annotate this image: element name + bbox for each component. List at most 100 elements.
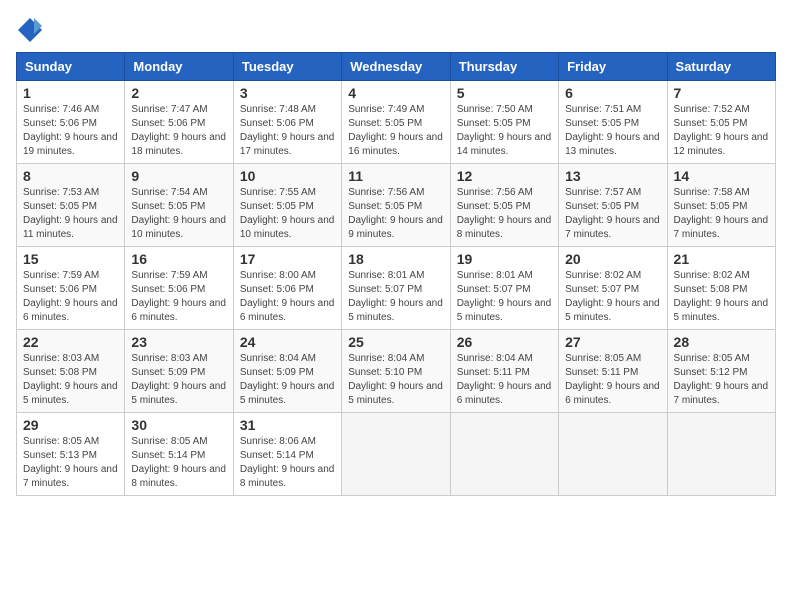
day-number: 18 (348, 251, 443, 267)
day-info: Sunrise: 7:47 AMSunset: 5:06 PMDaylight:… (131, 103, 226, 159)
day-number: 9 (131, 168, 226, 184)
header-row: SundayMondayTuesdayWednesdayThursdayFrid… (17, 53, 776, 81)
day-cell-8: 8 Sunrise: 7:53 AMSunset: 5:05 PMDaylight… (17, 164, 125, 247)
day-info: Sunrise: 8:02 AMSunset: 5:08 PMDaylight:… (674, 269, 769, 325)
day-cell-17: 17 Sunrise: 8:00 AMSunset: 5:06 PMDayligh… (233, 247, 341, 330)
day-cell-15: 15 Sunrise: 7:59 AMSunset: 5:06 PMDayligh… (17, 247, 125, 330)
page-header (16, 16, 776, 44)
day-cell-6: 6 Sunrise: 7:51 AMSunset: 5:05 PMDaylight… (559, 81, 667, 164)
day-cell-30: 30 Sunrise: 8:05 AMSunset: 5:14 PMDayligh… (125, 413, 233, 496)
header-tuesday: Tuesday (233, 53, 341, 81)
empty-cell (667, 413, 775, 496)
day-number: 20 (565, 251, 660, 267)
logo-icon (16, 16, 44, 44)
day-number: 1 (23, 85, 118, 101)
day-info: Sunrise: 7:48 AMSunset: 5:06 PMDaylight:… (240, 103, 335, 159)
day-info: Sunrise: 8:04 AMSunset: 5:09 PMDaylight:… (240, 352, 335, 408)
header-sunday: Sunday (17, 53, 125, 81)
day-cell-10: 10 Sunrise: 7:55 AMSunset: 5:05 PMDayligh… (233, 164, 341, 247)
day-info: Sunrise: 7:58 AMSunset: 5:05 PMDaylight:… (674, 186, 769, 242)
day-number: 29 (23, 417, 118, 433)
day-info: Sunrise: 8:01 AMSunset: 5:07 PMDaylight:… (348, 269, 443, 325)
day-info: Sunrise: 7:50 AMSunset: 5:05 PMDaylight:… (457, 103, 552, 159)
day-cell-28: 28Sunrise: 8:05 AMSunset: 5:12 PMDayligh… (667, 330, 775, 413)
day-number: 30 (131, 417, 226, 433)
day-cell-24: 24Sunrise: 8:04 AMSunset: 5:09 PMDayligh… (233, 330, 341, 413)
day-number: 17 (240, 251, 335, 267)
day-number: 3 (240, 85, 335, 101)
day-info: Sunrise: 7:52 AMSunset: 5:05 PMDaylight:… (674, 103, 769, 159)
day-cell-13: 13Sunrise: 7:57 AMSunset: 5:05 PMDayligh… (559, 164, 667, 247)
day-info: Sunrise: 7:59 AMSunset: 5:06 PMDaylight:… (23, 269, 118, 325)
day-cell-2: 2 Sunrise: 7:47 AMSunset: 5:06 PMDaylight… (125, 81, 233, 164)
day-number: 12 (457, 168, 552, 184)
day-info: Sunrise: 8:01 AMSunset: 5:07 PMDaylight:… (457, 269, 552, 325)
day-cell-5: 5 Sunrise: 7:50 AMSunset: 5:05 PMDaylight… (450, 81, 558, 164)
day-number: 16 (131, 251, 226, 267)
header-thursday: Thursday (450, 53, 558, 81)
day-cell-19: 19Sunrise: 8:01 AMSunset: 5:07 PMDayligh… (450, 247, 558, 330)
day-info: Sunrise: 7:46 AMSunset: 5:06 PMDaylight:… (23, 103, 118, 159)
day-number: 5 (457, 85, 552, 101)
day-number: 26 (457, 334, 552, 350)
header-friday: Friday (559, 53, 667, 81)
day-cell-20: 20 Sunrise: 8:02 AMSunset: 5:07 PMDayligh… (559, 247, 667, 330)
empty-cell (342, 413, 450, 496)
day-info: Sunrise: 7:57 AMSunset: 5:05 PMDaylight:… (565, 186, 660, 242)
day-number: 8 (23, 168, 118, 184)
empty-cell (559, 413, 667, 496)
day-info: Sunrise: 7:54 AMSunset: 5:05 PMDaylight:… (131, 186, 226, 242)
day-info: Sunrise: 8:03 AMSunset: 5:08 PMDaylight:… (23, 352, 118, 408)
day-cell-11: 11 Sunrise: 7:56 AMSunset: 5:05 PMDayligh… (342, 164, 450, 247)
day-info: Sunrise: 7:55 AMSunset: 5:05 PMDaylight:… (240, 186, 335, 242)
day-info: Sunrise: 7:53 AMSunset: 5:05 PMDaylight:… (23, 186, 118, 242)
day-cell-14: 14 Sunrise: 7:58 AMSunset: 5:05 PMDayligh… (667, 164, 775, 247)
day-number: 4 (348, 85, 443, 101)
day-number: 15 (23, 251, 118, 267)
day-info: Sunrise: 7:51 AMSunset: 5:05 PMDaylight:… (565, 103, 660, 159)
week-row-3: 15 Sunrise: 7:59 AMSunset: 5:06 PMDayligh… (17, 247, 776, 330)
day-number: 6 (565, 85, 660, 101)
day-info: Sunrise: 8:00 AMSunset: 5:06 PMDaylight:… (240, 269, 335, 325)
day-cell-3: 3 Sunrise: 7:48 AMSunset: 5:06 PMDaylight… (233, 81, 341, 164)
calendar-table: SundayMondayTuesdayWednesdayThursdayFrid… (16, 52, 776, 496)
day-cell-7: 7 Sunrise: 7:52 AMSunset: 5:05 PMDaylight… (667, 81, 775, 164)
day-info: Sunrise: 7:56 AMSunset: 5:05 PMDaylight:… (348, 186, 443, 242)
day-number: 7 (674, 85, 769, 101)
week-row-5: 29 Sunrise: 8:05 AMSunset: 5:13 PMDayligh… (17, 413, 776, 496)
empty-cell (450, 413, 558, 496)
day-number: 10 (240, 168, 335, 184)
day-cell-23: 23Sunrise: 8:03 AMSunset: 5:09 PMDayligh… (125, 330, 233, 413)
day-info: Sunrise: 8:03 AMSunset: 5:09 PMDaylight:… (131, 352, 226, 408)
day-cell-18: 18 Sunrise: 8:01 AMSunset: 5:07 PMDayligh… (342, 247, 450, 330)
day-cell-22: 22 Sunrise: 8:03 AMSunset: 5:08 PMDayligh… (17, 330, 125, 413)
day-info: Sunrise: 8:06 AMSunset: 5:14 PMDaylight:… (240, 435, 335, 491)
day-cell-1: 1 Sunrise: 7:46 AMSunset: 5:06 PMDaylight… (17, 81, 125, 164)
day-number: 22 (23, 334, 118, 350)
day-info: Sunrise: 8:05 AMSunset: 5:14 PMDaylight:… (131, 435, 226, 491)
day-number: 2 (131, 85, 226, 101)
day-info: Sunrise: 8:04 AMSunset: 5:10 PMDaylight:… (348, 352, 443, 408)
day-info: Sunrise: 8:05 AMSunset: 5:13 PMDaylight:… (23, 435, 118, 491)
day-info: Sunrise: 8:02 AMSunset: 5:07 PMDaylight:… (565, 269, 660, 325)
day-info: Sunrise: 8:04 AMSunset: 5:11 PMDaylight:… (457, 352, 552, 408)
day-number: 11 (348, 168, 443, 184)
day-cell-16: 16 Sunrise: 7:59 AMSunset: 5:06 PMDayligh… (125, 247, 233, 330)
day-cell-4: 4Sunrise: 7:49 AMSunset: 5:05 PMDaylight… (342, 81, 450, 164)
logo (16, 16, 48, 44)
day-number: 28 (674, 334, 769, 350)
day-info: Sunrise: 8:05 AMSunset: 5:11 PMDaylight:… (565, 352, 660, 408)
day-cell-27: 27Sunrise: 8:05 AMSunset: 5:11 PMDayligh… (559, 330, 667, 413)
day-info: Sunrise: 7:56 AMSunset: 5:05 PMDaylight:… (457, 186, 552, 242)
day-number: 14 (674, 168, 769, 184)
day-cell-12: 12 Sunrise: 7:56 AMSunset: 5:05 PMDayligh… (450, 164, 558, 247)
header-wednesday: Wednesday (342, 53, 450, 81)
day-cell-26: 26 Sunrise: 8:04 AMSunset: 5:11 PMDayligh… (450, 330, 558, 413)
week-row-2: 8 Sunrise: 7:53 AMSunset: 5:05 PMDaylight… (17, 164, 776, 247)
week-row-4: 22 Sunrise: 8:03 AMSunset: 5:08 PMDayligh… (17, 330, 776, 413)
day-number: 21 (674, 251, 769, 267)
day-cell-21: 21 Sunrise: 8:02 AMSunset: 5:08 PMDayligh… (667, 247, 775, 330)
day-info: Sunrise: 7:59 AMSunset: 5:06 PMDaylight:… (131, 269, 226, 325)
day-cell-9: 9 Sunrise: 7:54 AMSunset: 5:05 PMDaylight… (125, 164, 233, 247)
header-monday: Monday (125, 53, 233, 81)
